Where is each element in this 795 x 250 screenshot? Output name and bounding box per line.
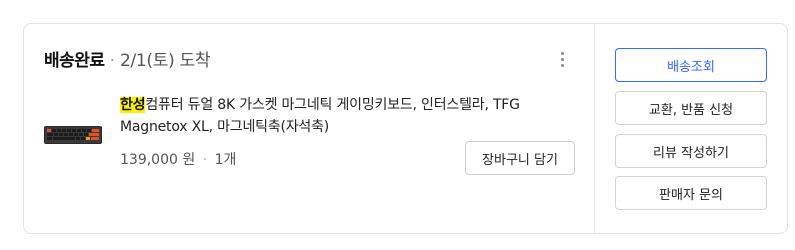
exchange-return-button[interactable]: 교환, 반품 신청 [615, 91, 767, 125]
order-header: 배송완료 · 2/1(토) 도착 [44, 46, 211, 71]
more-vertical-icon[interactable] [550, 48, 574, 70]
brand-highlight: 한성 [120, 97, 146, 113]
contact-seller-button[interactable]: 판매자 문의 [615, 176, 767, 210]
product-quantity: 1개 [214, 152, 237, 168]
price-separator: · [202, 152, 208, 168]
order-main: 배송완료 · 2/1(토) 도착 한성컴퓨터 듀얼 8K 가스켓 마그네틱 게이… [24, 24, 594, 233]
write-review-button[interactable]: 리뷰 작성하기 [615, 134, 767, 168]
product-title-text: 컴퓨터 듀얼 8K 가스켓 마그네틱 게이밍키보드, 인터스텔라, TFG Ma… [120, 97, 520, 135]
header-separator: · [109, 51, 115, 71]
track-delivery-button[interactable]: 배송조회 [615, 48, 767, 82]
order-status: 배송완료 [44, 51, 105, 71]
product-title[interactable]: 한성컴퓨터 듀얼 8K 가스켓 마그네틱 게이밍키보드, 인터스텔라, TFG … [120, 94, 580, 138]
price-quantity: 139,000 원 · 1개 [120, 149, 236, 169]
keyboard-thumbnail[interactable] [44, 122, 102, 148]
order-actions: 배송조회 교환, 반품 신청 리뷰 작성하기 판매자 문의 [594, 24, 788, 233]
add-to-cart-button[interactable]: 장바구니 담기 [465, 141, 575, 175]
arrival-date: 2/1(토) 도착 [119, 51, 211, 71]
order-card: 배송완료 · 2/1(토) 도착 한성컴퓨터 듀얼 8K 가스켓 마그네틱 게이… [23, 23, 788, 234]
product-price: 139,000 원 [120, 152, 196, 168]
